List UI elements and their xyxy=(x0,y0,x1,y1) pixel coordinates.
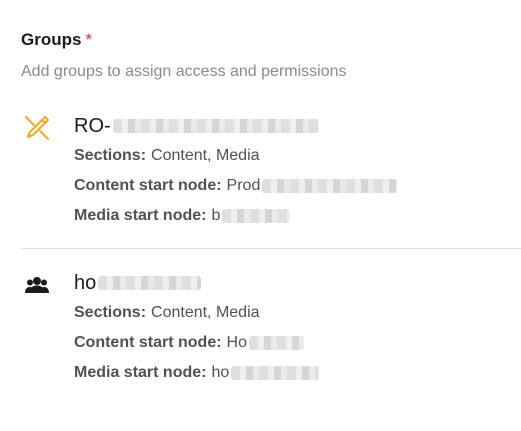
group-sections: Sections: Content, Media xyxy=(74,302,521,324)
redacted-text xyxy=(112,119,319,133)
redacted-text xyxy=(222,209,291,223)
media-start-value: b xyxy=(211,207,221,224)
group-content-start-node: Content start node: Prod xyxy=(74,175,521,197)
group-name-text: ho xyxy=(74,272,97,294)
redacted-text xyxy=(262,179,398,193)
group-item[interactable]: ho Sections: Content, Media Content star… xyxy=(21,269,521,384)
groups-label: Groups * xyxy=(21,28,521,52)
redacted-text xyxy=(231,366,320,380)
content-start-value: Ho xyxy=(226,334,247,351)
content-start-label: Content start node: xyxy=(74,334,222,351)
content-start-label: Content start node: xyxy=(74,177,222,194)
group-content-start-node: Content start node: Ho xyxy=(74,332,521,354)
sections-label: Sections: xyxy=(74,147,147,164)
content-start-value: Prod xyxy=(226,177,261,194)
media-start-value: ho xyxy=(211,364,230,381)
users-icon xyxy=(22,270,52,300)
pencil-icon xyxy=(22,113,52,143)
required-marker: * xyxy=(85,30,93,49)
group-name: RO- xyxy=(74,112,521,140)
groups-field: Groups * Add groups to assign access and … xyxy=(21,28,521,384)
group-item[interactable]: RO- Sections: Content, Media Content sta… xyxy=(21,112,521,227)
group-sections: Sections: Content, Media xyxy=(74,145,521,167)
group-media-start-node: Media start node: b xyxy=(74,205,521,227)
media-start-label: Media start node: xyxy=(74,364,207,381)
groups-description: Add groups to assign access and permissi… xyxy=(21,63,347,80)
group-name-text: RO- xyxy=(74,115,111,137)
media-start-label: Media start node: xyxy=(74,207,207,224)
groups-label-text: Groups xyxy=(21,30,82,49)
divider xyxy=(21,248,521,249)
sections-label: Sections: xyxy=(74,304,147,321)
sections-value: Content, Media xyxy=(151,147,260,164)
redacted-text xyxy=(249,336,304,350)
group-media-start-node: Media start node: ho xyxy=(74,362,521,384)
group-name: ho xyxy=(74,269,521,297)
sections-value: Content, Media xyxy=(151,304,260,321)
redacted-text xyxy=(98,276,202,290)
